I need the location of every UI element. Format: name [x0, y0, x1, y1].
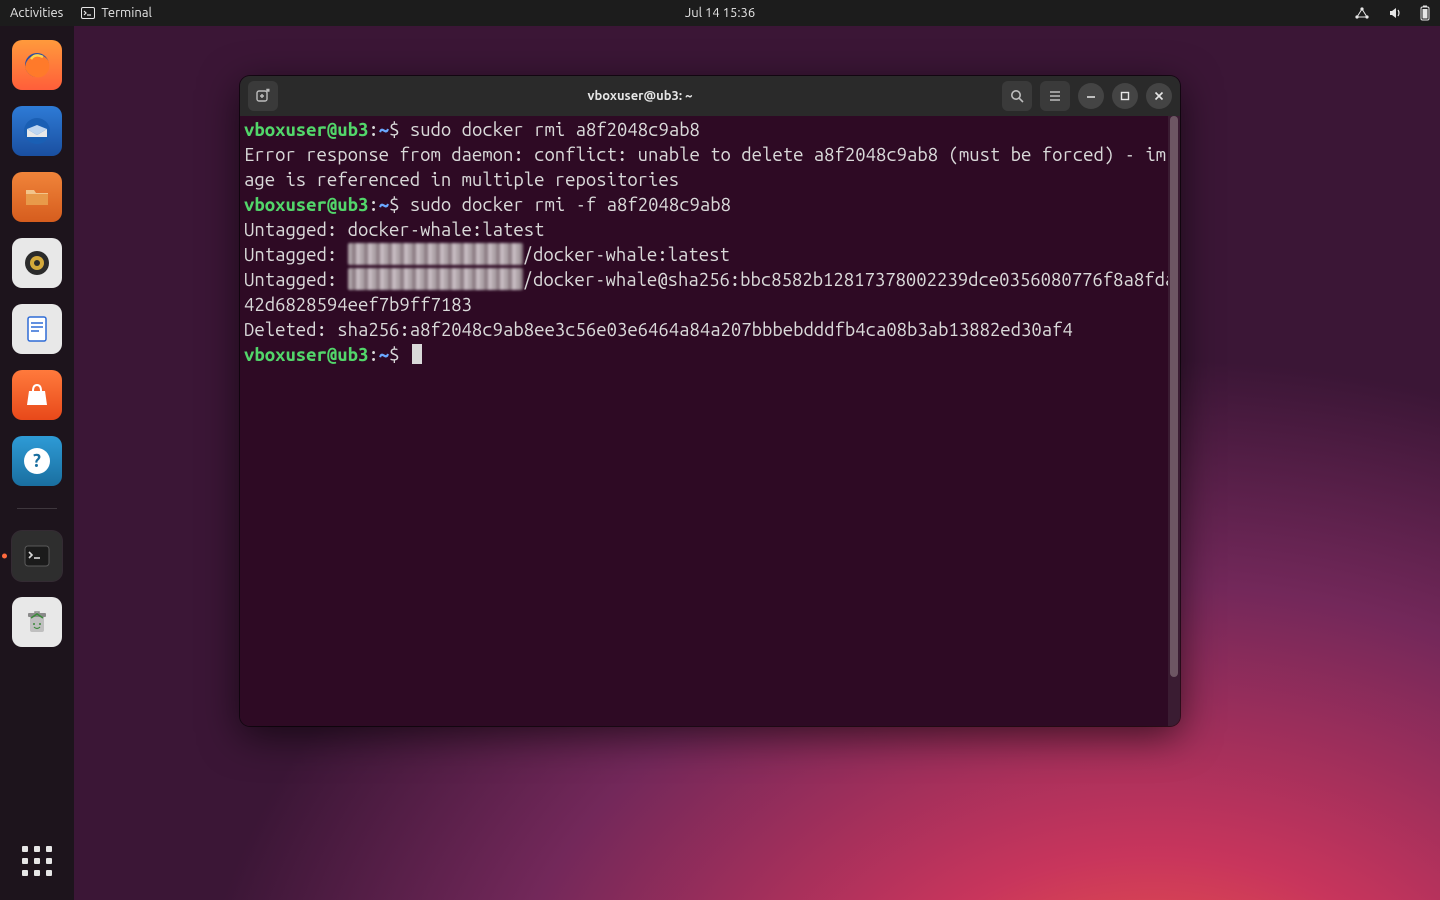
dock: ? [0, 26, 74, 900]
terminal-line: Untagged: /docker-whale@sha256:bbc8582b1… [244, 268, 1176, 318]
prompt-path: ~ [379, 345, 389, 365]
prompt: vboxuser@ub3:~$ [244, 195, 410, 215]
window-title: vboxuser@ub3: ~ [286, 89, 994, 103]
active-app-indicator[interactable]: Terminal [81, 6, 152, 20]
prompt-path: ~ [379, 120, 389, 140]
close-button[interactable] [1146, 83, 1172, 109]
terminal-app-icon[interactable] [12, 531, 62, 581]
volume-icon[interactable] [1388, 6, 1402, 20]
window-titlebar[interactable]: vboxuser@ub3: ~ [240, 76, 1180, 116]
prompt-sigil: $ [389, 195, 399, 215]
menu-button[interactable] [1040, 81, 1070, 111]
maximize-button[interactable] [1112, 83, 1138, 109]
search-icon [1009, 88, 1025, 104]
terminal-line: vboxuser@ub3:~$ [244, 343, 1176, 368]
terminal-line: Error response from daemon: conflict: un… [244, 143, 1176, 193]
terminal-line: vboxuser@ub3:~$ sudo docker rmi a8f2048c… [244, 118, 1176, 143]
terminal-line: vboxuser@ub3:~$ sudo docker rmi -f a8f20… [244, 193, 1176, 218]
minimize-button[interactable] [1078, 83, 1104, 109]
network-icon[interactable] [1354, 6, 1370, 20]
battery-icon[interactable] [1420, 5, 1430, 21]
terminal-scrollbar[interactable] [1168, 116, 1180, 726]
active-app-label: Terminal [101, 6, 152, 20]
close-icon [1153, 90, 1165, 102]
output-text: Error response from daemon: conflict: un… [244, 145, 1166, 190]
writer-icon[interactable] [12, 304, 62, 354]
prompt-sigil: $ [389, 120, 399, 140]
minimize-icon [1085, 90, 1097, 102]
prompt: vboxuser@ub3:~$ [244, 120, 410, 140]
files-icon[interactable] [12, 172, 62, 222]
search-button[interactable] [1002, 81, 1032, 111]
output-text: Untagged: docker-whale:latest [244, 220, 544, 240]
cursor [412, 344, 422, 364]
clock[interactable]: Jul 14 15:36 [685, 6, 755, 20]
svg-text:?: ? [33, 451, 41, 471]
software-icon[interactable] [12, 370, 62, 420]
terminal-small-icon [81, 6, 95, 20]
terminal-line: Deleted: sha256:a8f2048c9ab8ee3c56e03e64… [244, 318, 1176, 343]
activities-button[interactable]: Activities [10, 6, 63, 20]
top-bar: Activities Terminal Jul 14 15:36 [0, 0, 1440, 26]
rhythmbox-icon[interactable] [12, 238, 62, 288]
terminal-body[interactable]: vboxuser@ub3:~$ sudo docker rmi a8f2048c… [240, 116, 1180, 726]
redacted-text [348, 268, 523, 290]
dock-divider [17, 508, 57, 509]
trash-icon[interactable] [12, 597, 62, 647]
prompt-user: vboxuser@ub3 [244, 195, 368, 215]
output-text: Deleted: sha256:a8f2048c9ab8ee3c56e03e64… [244, 320, 1073, 340]
redacted-text [348, 243, 523, 265]
terminal-window: vboxuser@ub3: ~ vboxuser@ub3:~$ sudo doc… [240, 76, 1180, 726]
maximize-icon [1119, 90, 1131, 102]
thunderbird-icon[interactable] [12, 106, 62, 156]
show-applications-button[interactable] [12, 836, 62, 886]
terminal-line: Untagged: /docker-whale:latest [244, 243, 1176, 268]
hamburger-icon [1047, 88, 1063, 104]
prompt: vboxuser@ub3:~$ [244, 345, 410, 365]
help-icon[interactable]: ? [12, 436, 62, 486]
terminal-line: Untagged: docker-whale:latest [244, 218, 1176, 243]
prompt-path: ~ [379, 195, 389, 215]
prompt-user: vboxuser@ub3 [244, 120, 368, 140]
new-tab-button[interactable] [248, 81, 278, 111]
command-text: sudo docker rmi -f a8f2048c9ab8 [410, 195, 731, 215]
firefox-icon[interactable] [12, 40, 62, 90]
prompt-user: vboxuser@ub3 [244, 345, 368, 365]
prompt-sigil: $ [389, 345, 399, 365]
command-text: sudo docker rmi a8f2048c9ab8 [410, 120, 700, 140]
